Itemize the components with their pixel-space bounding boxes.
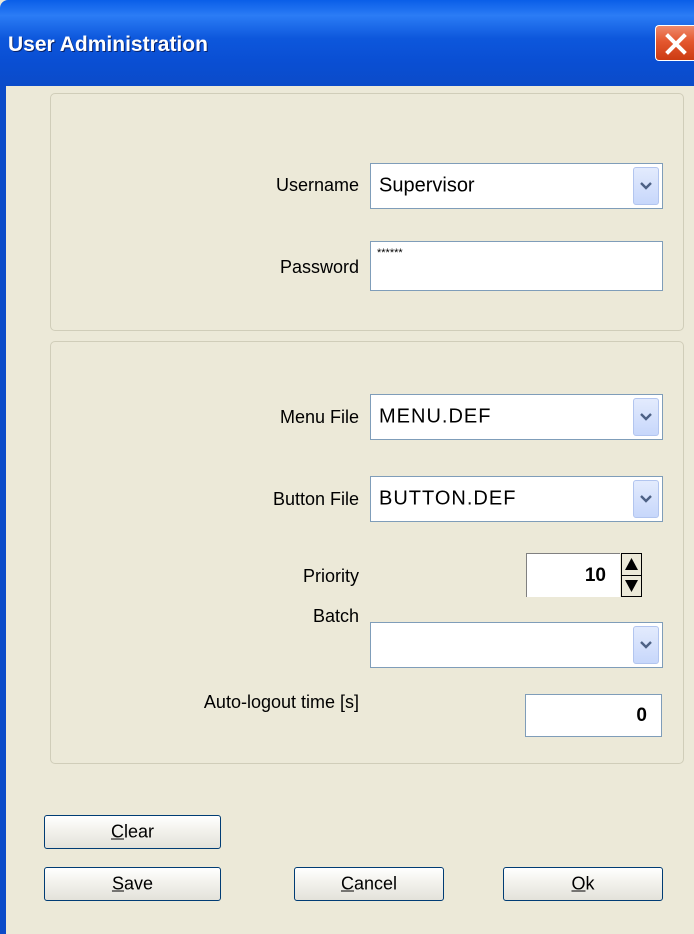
clear-label: lear bbox=[123, 821, 154, 842]
close-icon bbox=[665, 33, 687, 55]
batch-combobox[interactable] bbox=[370, 622, 663, 668]
save-button[interactable]: Save bbox=[44, 867, 221, 901]
dialog-body: Username Supervisor Password ****** Menu… bbox=[0, 86, 694, 934]
priority-up-button[interactable] bbox=[622, 554, 641, 576]
button-file-combobox[interactable]: BUTTON.DEF bbox=[370, 476, 663, 522]
priority-value: 10 bbox=[584, 564, 606, 586]
clear-button[interactable]: Clear bbox=[44, 815, 221, 849]
button-file-value: BUTTON.DEF bbox=[379, 487, 517, 510]
button-file-dropdown-button[interactable] bbox=[633, 480, 659, 518]
chevron-down-icon bbox=[640, 641, 652, 649]
password-label: Password bbox=[279, 257, 359, 277]
window-title: User Administration bbox=[8, 33, 208, 56]
priority-down-button[interactable] bbox=[622, 576, 641, 596]
username-dropdown-button[interactable] bbox=[633, 167, 659, 205]
batch-dropdown-button[interactable] bbox=[633, 626, 659, 664]
arrow-down-icon bbox=[625, 580, 638, 592]
password-mask: ****** bbox=[377, 247, 403, 259]
chevron-down-icon bbox=[640, 413, 652, 421]
batch-label: Batch bbox=[312, 606, 359, 626]
menu-file-label: Menu File bbox=[279, 407, 359, 427]
close-button[interactable] bbox=[655, 25, 694, 61]
cancel-button[interactable]: Cancel bbox=[294, 867, 444, 901]
menu-file-combobox[interactable]: MENU.DEF bbox=[370, 394, 663, 440]
chevron-down-icon bbox=[640, 182, 652, 190]
user-administration-window: User Administration Username Supervisor … bbox=[0, 0, 694, 934]
autologout-value: 0 bbox=[636, 704, 647, 726]
menu-file-value: MENU.DEF bbox=[379, 405, 492, 428]
priority-spinner-field[interactable]: 10 bbox=[526, 553, 620, 597]
cancel-accelerator: C bbox=[340, 873, 354, 894]
chevron-down-icon bbox=[640, 495, 652, 503]
save-accelerator: S bbox=[111, 873, 124, 894]
ok-label: k bbox=[585, 873, 595, 894]
cancel-label: ancel bbox=[353, 873, 398, 894]
ok-accelerator: O bbox=[571, 873, 586, 894]
password-field[interactable]: ****** bbox=[370, 241, 663, 291]
title-bar[interactable]: User Administration bbox=[0, 0, 694, 86]
login-group bbox=[50, 93, 684, 331]
button-file-label: Button File bbox=[272, 489, 359, 509]
save-label: ave bbox=[123, 873, 154, 894]
username-combobox[interactable]: Supervisor bbox=[370, 163, 663, 209]
username-value: Supervisor bbox=[379, 174, 475, 197]
priority-label: Priority bbox=[302, 566, 359, 586]
arrow-up-icon bbox=[625, 558, 638, 570]
autologout-field[interactable]: 0 bbox=[525, 694, 662, 737]
autologout-label: Auto-logout time [s] bbox=[203, 692, 359, 712]
menu-file-dropdown-button[interactable] bbox=[633, 398, 659, 436]
priority-spin-buttons[interactable] bbox=[621, 553, 642, 597]
username-label: Username bbox=[275, 175, 359, 195]
clear-accelerator: C bbox=[110, 821, 124, 842]
ok-button[interactable]: Ok bbox=[503, 867, 663, 901]
